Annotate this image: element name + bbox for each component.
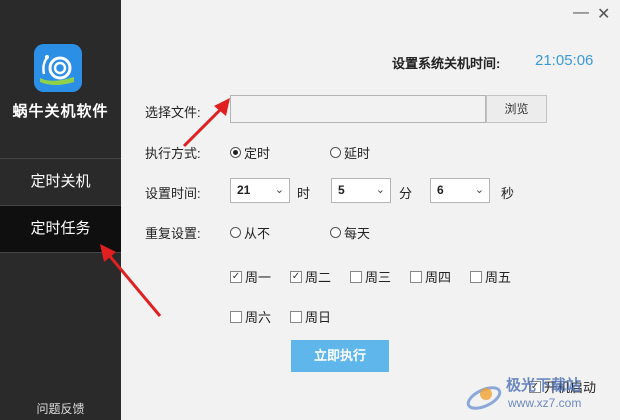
hour-unit: 时 bbox=[297, 186, 311, 201]
radio-unselected-icon bbox=[330, 147, 341, 158]
repeat-radio-never[interactable]: 从不 bbox=[230, 223, 270, 242]
chevron-down-icon: ⌄ bbox=[474, 184, 484, 196]
clock-value: 21:05:06 bbox=[535, 52, 594, 69]
mode-option-label: 延时 bbox=[344, 146, 371, 161]
repeat-option-label: 每天 bbox=[344, 226, 371, 241]
watermark-text: 极光下载站 bbox=[506, 377, 582, 394]
execute-now-button[interactable]: 立即执行 bbox=[291, 340, 389, 372]
weekday-checkbox-thu[interactable]: 周四 bbox=[410, 267, 451, 286]
weekday-label: 周六 bbox=[245, 310, 272, 325]
watermark-url: www.xz7.com bbox=[508, 396, 582, 410]
weekday-checkbox-fri[interactable]: 周五 bbox=[470, 267, 511, 286]
weekday-checkbox-tue[interactable]: ✓ 周二 bbox=[290, 267, 331, 286]
weekday-label: 周日 bbox=[305, 310, 332, 325]
watermark: 极光下载站 www.xz7.com bbox=[462, 370, 620, 420]
repeat-label: 重复设置: bbox=[145, 226, 201, 241]
time-label: 设置时间: bbox=[145, 186, 201, 201]
second-value: 6 bbox=[437, 183, 444, 197]
sidebar: 蜗牛关机软件 定时关机 定时任务 问题反馈 bbox=[0, 0, 121, 420]
minimize-button[interactable]: — bbox=[573, 4, 589, 22]
minute-unit: 分 bbox=[399, 186, 413, 201]
clock-label: 设置系统关机时间: bbox=[392, 56, 501, 71]
weekday-label: 周四 bbox=[425, 270, 452, 285]
weekday-checkbox-sun[interactable]: 周日 bbox=[290, 307, 331, 326]
second-unit: 秒 bbox=[501, 186, 515, 201]
second-select[interactable]: 6 ⌄ bbox=[430, 178, 490, 203]
watermark-logo-icon bbox=[466, 386, 502, 410]
browse-button[interactable]: 浏览 bbox=[486, 95, 547, 123]
weekday-checkbox-wed[interactable]: 周三 bbox=[350, 267, 391, 286]
file-label: 选择文件: bbox=[145, 105, 201, 120]
hour-select[interactable]: 21 ⌄ bbox=[230, 178, 290, 203]
sidebar-item-timed-shutdown[interactable]: 定时关机 bbox=[0, 159, 121, 205]
weekday-label: 周五 bbox=[485, 270, 512, 285]
radio-unselected-icon bbox=[330, 227, 341, 238]
hour-value: 21 bbox=[237, 183, 251, 197]
mode-option-label: 定时 bbox=[244, 146, 271, 161]
checkbox-icon bbox=[350, 270, 362, 283]
radio-selected-icon bbox=[230, 147, 241, 158]
main-panel: — ✕ 设置系统关机时间: 21:05:06 选择文件: 浏览 执行方式: 定时… bbox=[121, 0, 620, 420]
close-button[interactable]: ✕ bbox=[597, 4, 610, 24]
checkbox-icon bbox=[230, 310, 242, 323]
minute-select[interactable]: 5 ⌄ bbox=[331, 178, 391, 203]
checkbox-icon bbox=[290, 310, 302, 323]
file-path-input[interactable] bbox=[230, 95, 486, 123]
minute-value: 5 bbox=[338, 183, 345, 197]
sidebar-divider bbox=[0, 252, 121, 253]
weekday-label: 周一 bbox=[245, 270, 272, 285]
weekday-label: 周三 bbox=[365, 270, 392, 285]
app-name: 蜗牛关机软件 bbox=[12, 102, 109, 120]
weekday-checkbox-sat[interactable]: 周六 bbox=[230, 307, 271, 326]
checkbox-checked-icon: ✓ bbox=[290, 270, 302, 283]
repeat-radio-daily[interactable]: 每天 bbox=[330, 223, 370, 242]
weekday-label: 周二 bbox=[305, 270, 332, 285]
checkbox-icon bbox=[410, 270, 422, 283]
sidebar-item-timed-task[interactable]: 定时任务 bbox=[0, 206, 121, 252]
mode-radio-timed[interactable]: 定时 bbox=[230, 143, 270, 162]
chevron-down-icon: ⌄ bbox=[375, 184, 385, 196]
feedback-link[interactable]: 问题反馈 bbox=[0, 400, 121, 417]
radio-unselected-icon bbox=[230, 227, 241, 238]
mode-label: 执行方式: bbox=[145, 146, 201, 161]
repeat-option-label: 从不 bbox=[244, 226, 271, 241]
checkbox-checked-icon: ✓ bbox=[230, 270, 242, 283]
app-logo-icon bbox=[34, 44, 82, 92]
mode-radio-delay[interactable]: 延时 bbox=[330, 143, 370, 162]
weekday-checkbox-mon[interactable]: ✓ 周一 bbox=[230, 267, 271, 286]
checkbox-icon bbox=[470, 270, 482, 283]
chevron-down-icon: ⌄ bbox=[274, 184, 284, 196]
